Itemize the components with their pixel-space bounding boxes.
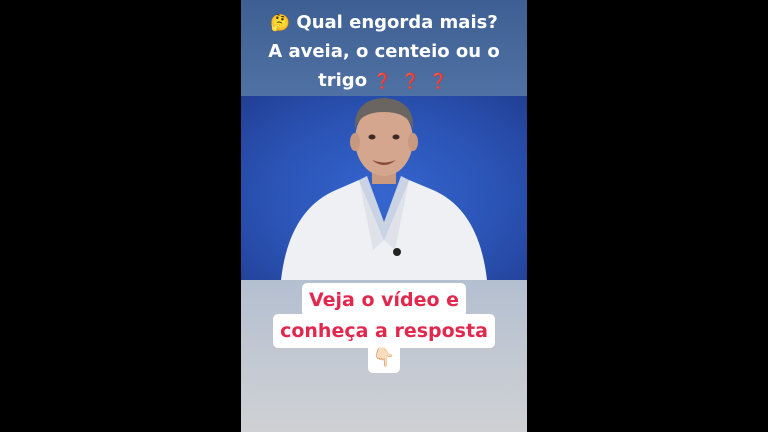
- pointing-down-hand-icon: 👇🏻: [368, 343, 400, 373]
- video-frame: 🤔 Qual engorda mais? A aveia, o centeio …: [241, 0, 527, 432]
- headline-text: 🤔 Qual engorda mais? A aveia, o centeio …: [247, 8, 521, 96]
- headline-line-3: trigo: [318, 70, 368, 91]
- callout-line-1-box: Veja o vídeo e: [272, 283, 496, 317]
- thinking-face-icon: 🤔: [270, 13, 291, 32]
- question-marks-icon: ❓ ❓ ❓: [373, 72, 450, 90]
- headline-line-1: Qual engorda mais?: [296, 12, 498, 33]
- headline-line-2: A aveia, o centeio ou o: [268, 41, 500, 62]
- callout-line-1: Veja o vídeo e: [301, 283, 467, 317]
